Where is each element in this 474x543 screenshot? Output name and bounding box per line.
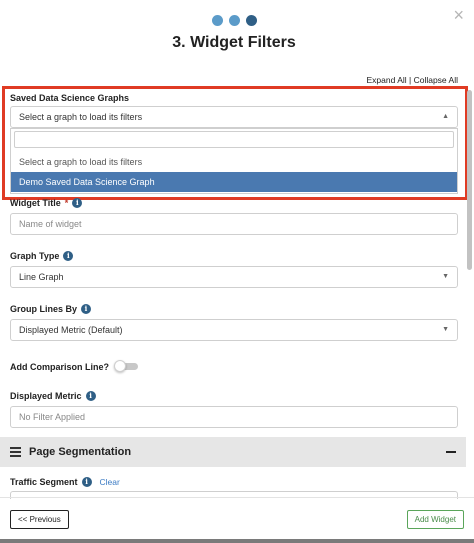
comparison-line-toggle[interactable] <box>114 360 138 372</box>
step-dot-3 <box>245 15 257 26</box>
traffic-segment-label-text: Traffic Segment <box>10 477 78 487</box>
graph-type-label: Graph Type i <box>10 251 74 261</box>
caret-down-icon: ▼ <box>442 326 449 333</box>
page-title: 3. Widget Filters <box>172 34 296 51</box>
traffic-segment-label: Traffic Segment i Clear <box>10 477 120 487</box>
expand-all-link[interactable]: Expand All <box>366 75 406 85</box>
info-icon[interactable]: i <box>81 304 92 314</box>
highlight-box <box>2 86 468 200</box>
comparison-line-label-text: Add Comparison Line? <box>10 362 109 372</box>
scrollbar[interactable] <box>467 90 472 270</box>
add-widget-button[interactable]: Add Widget <box>406 510 464 529</box>
wizard-steps <box>0 15 468 26</box>
displayed-metric-label-text: Displayed Metric <box>10 391 82 401</box>
graph-type-value: Line Graph <box>19 272 64 282</box>
previous-button[interactable]: << Previous <box>10 510 69 529</box>
collapse-icon[interactable] <box>446 451 456 453</box>
clear-link[interactable]: Clear <box>100 477 120 487</box>
graph-type-select[interactable]: Line Graph ▼ <box>10 266 458 288</box>
link-separator: | <box>406 75 414 85</box>
displayed-metric-label: Displayed Metric i <box>10 391 96 401</box>
expand-collapse-links: Expand All | Collapse All <box>366 75 458 85</box>
group-lines-by-label: Group Lines By i <box>10 304 92 314</box>
graph-type-label-text: Graph Type <box>10 251 60 261</box>
info-icon[interactable]: i <box>63 251 74 261</box>
close-icon[interactable]: × <box>453 6 464 24</box>
group-lines-by-value: Displayed Metric (Default) <box>19 325 123 335</box>
widget-title-input[interactable]: Name of widget <box>10 213 458 235</box>
list-icon <box>10 447 21 457</box>
displayed-metric-placeholder: No Filter Applied <box>19 412 86 422</box>
comparison-line-label: Add Comparison Line? <box>10 362 109 372</box>
caret-down-icon: ▼ <box>442 273 449 280</box>
footer-divider <box>0 497 474 498</box>
required-mark: * <box>64 198 69 208</box>
group-lines-by-select[interactable]: Displayed Metric (Default) ▼ <box>10 319 458 341</box>
info-icon[interactable]: i <box>85 391 96 401</box>
displayed-metric-input[interactable]: No Filter Applied <box>10 406 458 428</box>
group-lines-by-label-text: Group Lines By <box>10 304 78 314</box>
page-segmentation-header[interactable]: Page Segmentation <box>0 437 466 467</box>
collapse-all-link[interactable]: Collapse All <box>414 75 458 85</box>
window-bottom-edge <box>0 539 474 543</box>
widget-title-label: Widget Title * i <box>10 198 83 208</box>
toggle-knob <box>114 360 126 372</box>
info-icon[interactable]: i <box>81 477 92 487</box>
widget-title-label-text: Widget Title <box>10 198 61 208</box>
step-dot-2 <box>228 15 240 26</box>
widget-title-placeholder: Name of widget <box>19 219 82 229</box>
info-icon[interactable]: i <box>72 198 83 208</box>
section-title: Page Segmentation <box>29 446 132 458</box>
step-dot-1 <box>211 15 223 26</box>
